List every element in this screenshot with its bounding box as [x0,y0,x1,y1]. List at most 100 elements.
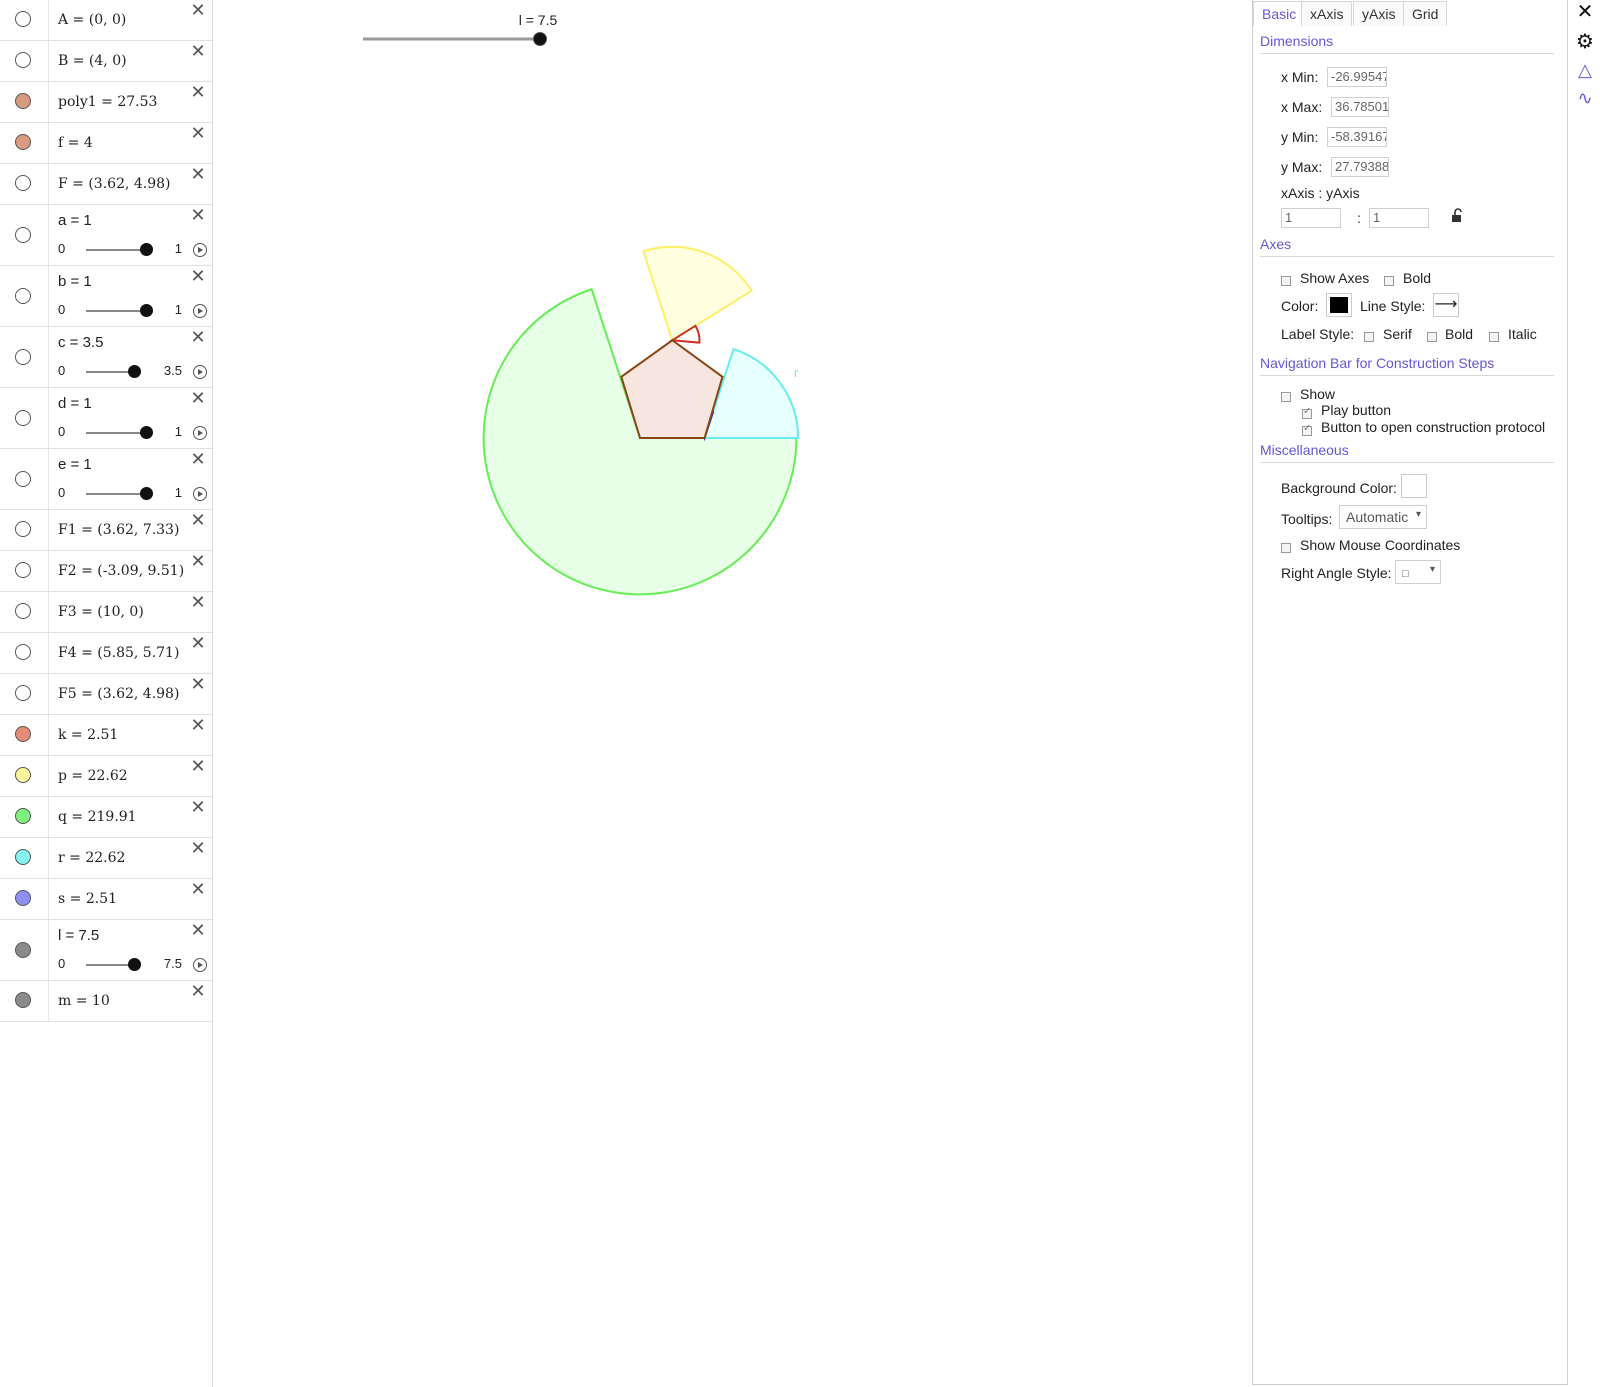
play-button-checkbox[interactable] [1302,406,1312,419]
ratio-y-input[interactable]: 1 [1369,208,1429,228]
show-axes-checkbox[interactable] [1281,276,1291,286]
polygon-poly1[interactable] [620,339,724,439]
algebra-item-text[interactable]: F = (3.62, 4.98) [58,176,171,192]
visibility-toggle[interactable] [15,562,31,578]
algebra-row[interactable]: s = 2.51 ✕ [0,879,212,920]
right-angle-dropdown[interactable]: □ ▾ [1395,560,1441,584]
play-icon[interactable] [193,958,207,972]
graphics-canvas[interactable]: l = 7.5 r [213,0,1247,1387]
delete-icon[interactable]: ✕ [190,717,206,735]
algebra-row[interactable]: A = (0, 0) ✕ [0,0,212,41]
algebra-row[interactable]: F5 = (3.62, 4.98) ✕ [0,674,212,715]
visibility-toggle[interactable] [15,603,31,619]
visibility-toggle[interactable] [15,471,31,487]
play-icon[interactable] [193,365,207,379]
slider-track[interactable] [86,371,134,373]
visibility-toggle[interactable] [15,890,31,906]
visibility-toggle[interactable] [15,726,31,742]
delete-icon[interactable]: ✕ [190,125,206,143]
delete-icon[interactable]: ✕ [190,84,206,102]
algebra-item-text[interactable]: k = 2.51 [58,727,118,743]
delete-icon[interactable]: ✕ [190,2,206,20]
algebra-item-text[interactable]: B = (4, 0) [58,53,127,69]
slider-knob[interactable] [128,365,141,378]
algebra-slider-row[interactable]: e = 1 0 1 ✕ [0,449,212,510]
italic-checkbox[interactable] [1489,332,1499,342]
lock-icon[interactable] [1449,208,1465,224]
delete-icon[interactable]: ✕ [190,43,206,61]
play-icon[interactable] [193,243,207,257]
slider-track[interactable] [86,493,146,495]
slider-title[interactable]: l = 7.5 [58,927,99,944]
algebra-item-text[interactable]: q = 219.91 [58,809,137,825]
delete-icon[interactable]: ✕ [190,268,206,286]
slider-track[interactable] [86,964,134,966]
delete-icon[interactable]: ✕ [190,881,206,899]
visibility-toggle[interactable] [15,349,31,365]
line-style-button[interactable]: ⟶ [1433,293,1459,317]
delete-icon[interactable]: ✕ [190,840,206,858]
algebra-row[interactable]: F1 = (3.62, 7.33) ✕ [0,510,212,551]
bold-checkbox[interactable] [1384,276,1394,286]
algebra-item-text[interactable]: F1 = (3.62, 7.33) [58,522,179,538]
delete-icon[interactable]: ✕ [190,166,206,184]
delete-icon[interactable]: ✕ [190,207,206,225]
visibility-toggle[interactable] [15,175,31,191]
algebra-item-text[interactable]: f = 4 [58,135,93,151]
delete-icon[interactable]: ✕ [190,451,206,469]
algebra-item-text[interactable]: F3 = (10, 0) [58,604,144,620]
axes-color-button[interactable] [1326,293,1352,317]
tab-grid[interactable]: Grid [1403,1,1448,26]
visibility-toggle[interactable] [15,134,31,150]
tab-xaxis[interactable]: xAxis [1301,1,1353,26]
graphics-view[interactable]: l = 7.5 r [213,0,1247,1387]
algebra-row[interactable]: F2 = (-3.09, 9.51) ✕ [0,551,212,592]
algebra-slider-row[interactable]: l = 7.5 0 7.5 ✕ [0,920,212,981]
slider-track[interactable] [86,310,146,312]
visibility-toggle[interactable] [15,93,31,109]
algebra-slider-row[interactable]: d = 1 0 1 ✕ [0,388,212,449]
delete-icon[interactable]: ✕ [190,635,206,653]
delete-icon[interactable]: ✕ [190,329,206,347]
delete-icon[interactable]: ✕ [190,983,206,1001]
protocol-button-checkbox[interactable] [1302,423,1312,436]
tab-yaxis[interactable]: yAxis [1353,1,1405,26]
gear-icon[interactable]: ⚙ [1575,32,1595,52]
algebra-row[interactable]: p = 22.62 ✕ [0,756,212,797]
mouse-coords-checkbox[interactable] [1281,543,1291,553]
slider-knob[interactable] [140,487,153,500]
ymin-input[interactable]: -58.39167 [1327,127,1387,147]
ymax-input[interactable]: 27.793886 [1331,157,1389,177]
algebra-row[interactable]: F = (3.62, 4.98) ✕ [0,164,212,205]
delete-icon[interactable]: ✕ [190,594,206,612]
slider-title[interactable]: b = 1 [58,273,92,290]
slider-title[interactable]: e = 1 [58,456,92,473]
algebra-item-text[interactable]: F2 = (-3.09, 9.51) [58,563,184,579]
play-icon[interactable] [193,487,207,501]
delete-icon[interactable]: ✕ [190,390,206,408]
algebra-slider-row[interactable]: c = 3.5 0 3.5 ✕ [0,327,212,388]
algebra-row[interactable]: r = 22.62 ✕ [0,838,212,879]
tab-basic[interactable]: Basic [1253,1,1306,26]
delete-icon[interactable]: ✕ [190,676,206,694]
algebra-item-text[interactable]: F5 = (3.62, 4.98) [58,686,179,702]
slider-track[interactable] [86,249,146,251]
algebra-row[interactable]: B = (4, 0) ✕ [0,41,212,82]
visibility-toggle[interactable] [15,685,31,701]
algebra-row[interactable]: m = 10 ✕ [0,981,212,1022]
slider-knob[interactable] [140,426,153,439]
play-icon[interactable] [193,304,207,318]
slider-title[interactable]: d = 1 [58,395,92,412]
algebra-row[interactable]: k = 2.51 ✕ [0,715,212,756]
algebra-item-text[interactable]: F4 = (5.85, 5.71) [58,645,179,661]
visibility-toggle[interactable] [15,410,31,426]
algebra-item-text[interactable]: poly1 = 27.53 [58,94,157,110]
visibility-toggle[interactable] [15,849,31,865]
slider-l-knob[interactable] [533,32,547,46]
xmin-input[interactable]: -26.99547 [1327,67,1387,87]
nav-show-checkbox[interactable] [1281,392,1291,402]
play-icon[interactable] [193,426,207,440]
algebra-item-text[interactable]: m = 10 [58,993,110,1009]
slider-knob[interactable] [140,304,153,317]
delete-icon[interactable]: ✕ [190,922,206,940]
